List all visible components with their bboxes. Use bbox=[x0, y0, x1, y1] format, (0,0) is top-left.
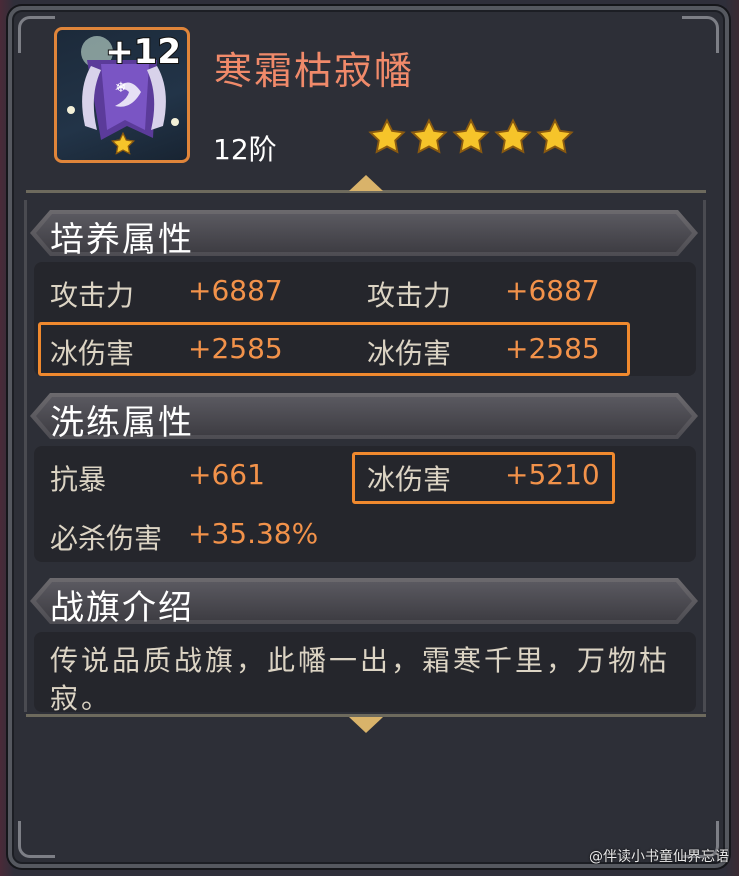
item-description: 传说品质战旗，此幡一出，霜寒千里，万物枯寂。 bbox=[50, 644, 671, 715]
stat-value: +35.38% bbox=[188, 517, 319, 550]
enhance-level-badge: +12 bbox=[104, 31, 182, 73]
star-icon bbox=[368, 118, 406, 156]
highlight-box bbox=[38, 322, 630, 376]
item-tier: 12阶 bbox=[213, 133, 277, 166]
stat-value: +661 bbox=[188, 458, 265, 491]
panel-corner-ornament bbox=[18, 821, 55, 858]
frost-banner-icon[interactable]: ❄ +12 bbox=[54, 27, 190, 163]
section-title-cultivation: 培养属性 bbox=[50, 220, 194, 260]
item-name: 寒霜枯寂幡 bbox=[214, 49, 415, 93]
icon-star-row bbox=[61, 132, 185, 156]
panel-corner-ornament bbox=[18, 16, 55, 53]
star-icon bbox=[536, 118, 574, 156]
star-icon bbox=[410, 118, 448, 156]
watermark: @伴读小书童仙界忘语 bbox=[589, 849, 729, 865]
panel-corner-ornament bbox=[682, 16, 719, 53]
section-title-refine: 洗练属性 bbox=[50, 403, 194, 443]
svg-text:❄: ❄ bbox=[115, 80, 127, 96]
stat-label: 必杀伤害 bbox=[50, 522, 163, 555]
section-title-intro: 战旗介绍 bbox=[50, 588, 194, 628]
highlight-box bbox=[352, 452, 615, 504]
star-icon bbox=[452, 118, 490, 156]
star-icon bbox=[111, 132, 185, 156]
rating-stars bbox=[368, 118, 574, 156]
stat-label: 攻击力 bbox=[367, 279, 452, 312]
scroll-up-icon[interactable] bbox=[349, 175, 383, 191]
stat-label: 攻击力 bbox=[50, 279, 135, 312]
stat-label: 抗暴 bbox=[50, 463, 107, 496]
stat-value: +6887 bbox=[505, 274, 600, 307]
star-icon bbox=[494, 118, 532, 156]
stat-value: +6887 bbox=[188, 274, 283, 307]
scroll-down-icon[interactable] bbox=[349, 717, 383, 733]
